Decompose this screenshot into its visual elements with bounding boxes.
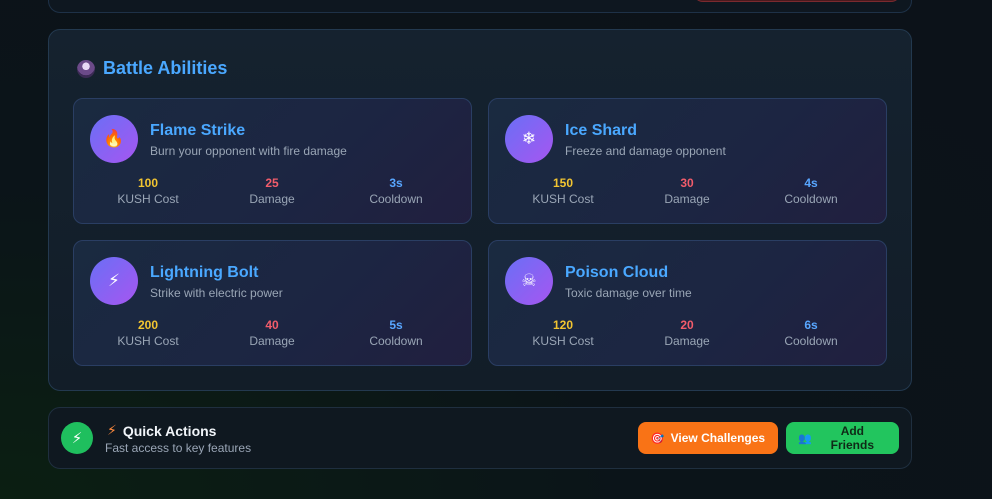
view-challenges-button[interactable]: 🎯 View Challenges bbox=[638, 422, 778, 454]
cooldown-value: 4s bbox=[804, 176, 818, 190]
damage-label: Damage bbox=[249, 334, 295, 348]
ability-card-poison-cloud[interactable]: ☠ Poison Cloud Toxic damage over time 12… bbox=[488, 240, 887, 366]
cooldown-label: Cooldown bbox=[784, 192, 838, 206]
battle-abilities-panel: Battle Abilities 🔥 Flame Strike Burn you… bbox=[48, 29, 912, 391]
stat-cost: 120 KUSH Cost bbox=[489, 318, 637, 350]
damage-value: 25 bbox=[265, 176, 279, 190]
panel-title: Battle Abilities bbox=[103, 58, 228, 78]
damage-value: 30 bbox=[680, 176, 694, 190]
ability-card-lightning-bolt[interactable]: ⚡ Lightning Bolt Strike with electric po… bbox=[73, 240, 472, 366]
ability-stats: 150 KUSH Cost 30 Damage 4s Cooldown bbox=[489, 176, 886, 208]
quick-actions-title-text: Quick Actions bbox=[122, 422, 217, 439]
cost-label: KUSH Cost bbox=[117, 334, 179, 348]
ability-description: Freeze and damage opponent bbox=[565, 144, 726, 158]
ability-description: Toxic damage over time bbox=[565, 286, 692, 300]
damage-label: Damage bbox=[664, 192, 710, 206]
add-friends-button[interactable]: 👥 Add Friends bbox=[786, 422, 899, 454]
cost-label: KUSH Cost bbox=[532, 192, 594, 206]
cost-value: 200 bbox=[137, 318, 159, 332]
damage-label: Damage bbox=[664, 334, 710, 348]
ability-stats: 120 KUSH Cost 20 Damage 6s Cooldown bbox=[489, 318, 886, 350]
stat-cost: 150 KUSH Cost bbox=[489, 176, 637, 208]
ability-stats: 100 KUSH Cost 25 Damage 3s Cooldown bbox=[74, 176, 471, 208]
ability-name: Lightning Bolt bbox=[150, 264, 259, 281]
stat-cost: 100 KUSH Cost bbox=[74, 176, 222, 208]
cost-value: 150 bbox=[552, 176, 574, 190]
fire-icon: 🔥 bbox=[90, 115, 138, 163]
lightning-icon: ⚡ bbox=[107, 422, 117, 438]
ability-name: Ice Shard bbox=[565, 122, 638, 139]
snowflake-icon: ❄ bbox=[505, 115, 553, 163]
add-friends-label: Add Friends bbox=[830, 424, 875, 452]
damage-value: 20 bbox=[680, 318, 694, 332]
stat-damage: 25 Damage bbox=[222, 176, 322, 208]
cost-value: 100 bbox=[137, 176, 159, 190]
cost-label: KUSH Cost bbox=[117, 192, 179, 206]
cost-label: KUSH Cost bbox=[532, 334, 594, 348]
ability-stats: 200 KUSH Cost 40 Damage 5s Cooldown bbox=[74, 318, 471, 350]
cooldown-label: Cooldown bbox=[784, 334, 838, 348]
stat-cooldown: 5s Cooldown bbox=[322, 318, 470, 350]
stat-cooldown: 3s Cooldown bbox=[322, 176, 470, 208]
skull-crossbones-icon: ☠ bbox=[505, 257, 553, 305]
stat-damage: 30 Damage bbox=[637, 176, 737, 208]
ability-card-flame-strike[interactable]: 🔥 Flame Strike Burn your opponent with f… bbox=[73, 98, 472, 224]
stat-damage: 20 Damage bbox=[637, 318, 737, 350]
ability-name: Poison Cloud bbox=[565, 264, 669, 281]
stat-cooldown: 4s Cooldown bbox=[737, 176, 885, 208]
users-icon: 👥 bbox=[798, 432, 812, 445]
cost-value: 120 bbox=[552, 318, 574, 332]
damage-value: 40 bbox=[265, 318, 279, 332]
target-icon: 🎯 bbox=[650, 432, 665, 445]
ability-name: Flame Strike bbox=[150, 122, 246, 139]
ability-description: Burn your opponent with fire damage bbox=[150, 144, 347, 158]
quick-actions-subtitle: Fast access to key features bbox=[105, 441, 252, 455]
ninja-avatar-icon bbox=[77, 59, 95, 78]
quick-actions-bar: ⚡ ⚡ Quick Actions Fast access to key fea… bbox=[48, 407, 912, 469]
cooldown-value: 3s bbox=[389, 176, 403, 190]
quick-actions-title: ⚡ Quick Actions bbox=[107, 422, 216, 439]
damage-label: Damage bbox=[249, 192, 295, 206]
cooldown-value: 6s bbox=[804, 318, 818, 332]
stat-cooldown: 6s Cooldown bbox=[737, 318, 885, 350]
lightning-icon: ⚡ bbox=[90, 257, 138, 305]
stat-damage: 40 Damage bbox=[222, 318, 322, 350]
cooldown-label: Cooldown bbox=[369, 334, 423, 348]
lightning-icon: ⚡ bbox=[61, 422, 93, 454]
ability-card-ice-shard[interactable]: ❄ Ice Shard Freeze and damage opponent 1… bbox=[488, 98, 887, 224]
ability-description: Strike with electric power bbox=[150, 286, 283, 300]
cooldown-label: Cooldown bbox=[369, 192, 423, 206]
cooldown-value: 5s bbox=[389, 318, 403, 332]
view-challenges-label: View Challenges bbox=[670, 431, 766, 445]
top-card-partial bbox=[48, 0, 912, 13]
top-card-button-partial[interactable] bbox=[693, 0, 901, 2]
stat-cost: 200 KUSH Cost bbox=[74, 318, 222, 350]
panel-header: Battle Abilities bbox=[77, 58, 227, 79]
